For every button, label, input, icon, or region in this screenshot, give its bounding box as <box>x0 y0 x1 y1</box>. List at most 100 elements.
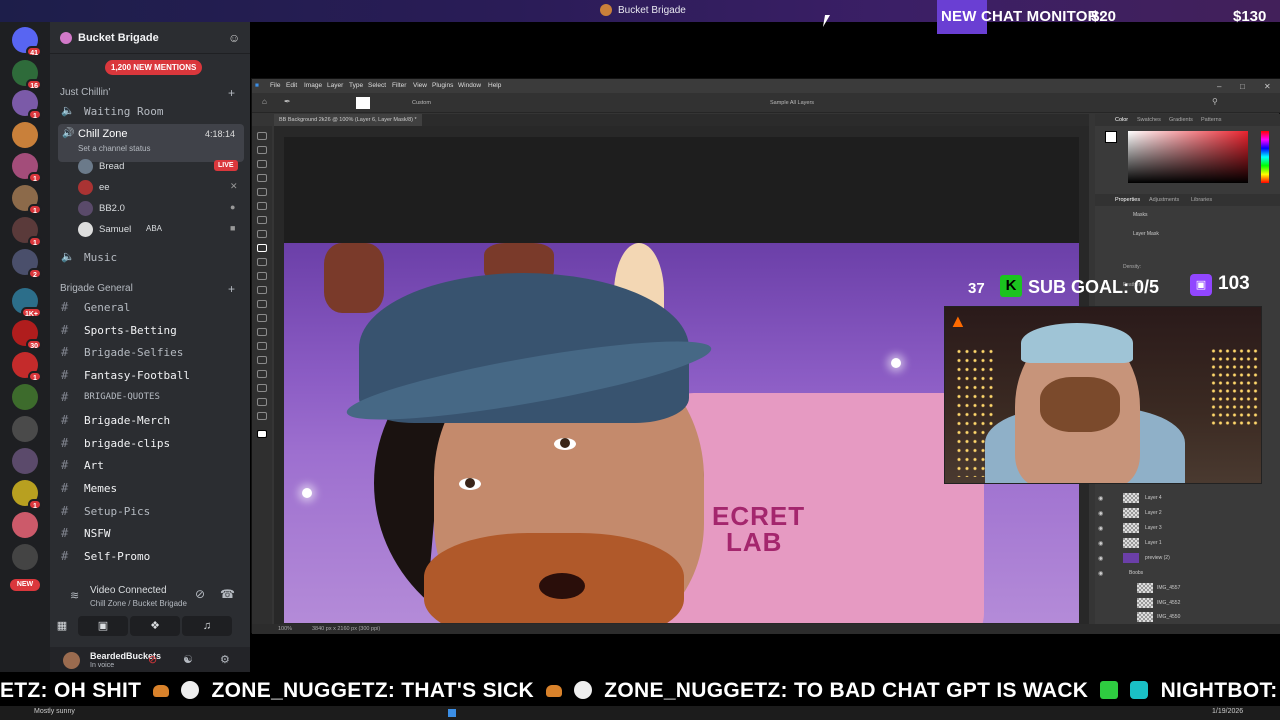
healing-tool-icon[interactable] <box>257 230 267 238</box>
layer-row[interactable]: IMG_4552 <box>1095 596 1280 610</box>
server-icon[interactable] <box>12 416 38 442</box>
menu-file[interactable]: File <box>270 82 280 89</box>
dodge-tool-icon[interactable] <box>257 328 267 336</box>
server-icon[interactable]: 2 <box>12 249 42 279</box>
voice-channel-waiting-room[interactable]: 🔈 Waiting Room <box>58 101 244 121</box>
server-icon[interactable]: 1 <box>12 217 42 247</box>
headphones-icon[interactable]: ☯ <box>183 653 193 666</box>
tab-properties[interactable]: Properties <box>1115 197 1140 203</box>
server-icon[interactable] <box>12 512 38 538</box>
text-channel[interactable]: # Memes <box>58 478 244 498</box>
stamp-tool-icon[interactable] <box>257 258 267 266</box>
layer-row[interactable]: IMG_4557 <box>1095 581 1280 595</box>
tab-color[interactable]: Color <box>1115 117 1128 123</box>
layer-row[interactable]: IMG_4550 <box>1095 610 1280 624</box>
hand-tool-icon[interactable] <box>257 398 267 406</box>
menu-view[interactable]: View <box>413 82 427 89</box>
openai-server-icon[interactable] <box>12 544 38 570</box>
minimize-icon[interactable]: – <box>1217 82 1221 91</box>
text-channel[interactable]: # Art <box>58 455 244 475</box>
brush-tool-icon[interactable]: ✒ <box>284 97 291 106</box>
server-icon-bucket-brigade[interactable] <box>12 122 38 148</box>
eyedropper-tool-icon[interactable] <box>257 216 267 224</box>
voice-member[interactable]: Samuel ABA ■ <box>78 220 243 240</box>
channel-status[interactable]: Set a channel status <box>78 144 151 153</box>
layer-row[interactable]: ◉ Layer 4 <box>1095 491 1280 505</box>
server-icon[interactable]: 16 <box>12 60 42 90</box>
add-channel-icon[interactable]: + <box>228 86 235 100</box>
select-tool-icon[interactable] <box>257 174 267 182</box>
text-channel[interactable]: # Fantasy-Football <box>58 365 244 385</box>
frame-tool-icon[interactable] <box>257 202 267 210</box>
document-tab[interactable]: BB Background 2k26 @ 100% (Layer 6, Laye… <box>274 114 422 126</box>
brush-tool-icon[interactable] <box>257 244 267 252</box>
voice-member[interactable]: ee ✕ <box>78 178 243 198</box>
add-channel-icon[interactable]: + <box>228 282 235 296</box>
type-tool-icon[interactable] <box>257 356 267 364</box>
layer-row[interactable]: ◉ Layer 1 <box>1095 536 1280 550</box>
tab-libraries[interactable]: Libraries <box>1191 197 1212 203</box>
layer-row[interactable]: ◉ preview (2) <box>1095 551 1280 565</box>
visibility-icon[interactable]: ◉ <box>1098 495 1103 502</box>
marquee-tool-icon[interactable] <box>257 146 267 154</box>
color-swatch[interactable] <box>356 97 370 109</box>
server-icon[interactable]: 1 <box>12 352 42 382</box>
menu-help[interactable]: Help <box>488 82 501 89</box>
noise-suppression-icon[interactable]: ⊘ <box>195 587 205 601</box>
text-channel[interactable]: # BRIGADE-QUOTES <box>58 387 244 407</box>
server-icon[interactable]: 1 <box>12 480 42 510</box>
text-channel[interactable]: # General <box>58 297 244 317</box>
menu-plugins[interactable]: Plugins <box>432 82 453 89</box>
server-icon[interactable]: 1 <box>12 185 42 215</box>
invite-icon[interactable]: ☺ <box>228 31 240 45</box>
text-channel[interactable]: # Brigade-Selfies <box>58 342 244 362</box>
search-icon[interactable]: ⚲ <box>1212 97 1218 106</box>
server-icon[interactable] <box>12 448 38 474</box>
blur-tool-icon[interactable] <box>257 314 267 322</box>
text-channel[interactable]: # NSFW <box>58 523 244 543</box>
text-channel[interactable]: # Sports-Betting <box>58 320 244 340</box>
tab-adjustments[interactable]: Adjustments <box>1149 197 1179 203</box>
pen-tool-icon[interactable] <box>257 342 267 350</box>
text-channel[interactable]: # brigade-clips <box>58 433 244 453</box>
zoom-tool-icon[interactable] <box>257 412 267 420</box>
mentions-pill[interactable]: 1,200 NEW MENTIONS <box>105 60 203 75</box>
visibility-icon[interactable]: ◉ <box>1098 525 1103 532</box>
discord-home-icon[interactable]: 41 <box>12 27 42 57</box>
tab-swatches[interactable]: Swatches <box>1137 117 1161 123</box>
preset-select[interactable]: Custom <box>412 100 431 106</box>
server-header[interactable]: Bucket Brigade ☺ <box>50 22 250 54</box>
start-icon[interactable] <box>448 709 456 717</box>
layer-row[interactable]: ◉ Layer 2 <box>1095 506 1280 520</box>
foreground-color[interactable] <box>257 430 267 438</box>
category-brigade-general[interactable]: Brigade General + <box>60 282 235 296</box>
lasso-tool-icon[interactable] <box>257 160 267 168</box>
menu-window[interactable]: Window <box>458 82 481 89</box>
foreground-swatch[interactable] <box>1105 131 1117 143</box>
visibility-icon[interactable]: ◉ <box>1098 510 1103 517</box>
shape-tool-icon[interactable] <box>257 384 267 392</box>
voice-member[interactable]: Bread LIVE <box>78 157 243 177</box>
eraser-tool-icon[interactable] <box>257 286 267 294</box>
new-pill[interactable]: NEW <box>10 579 40 591</box>
menu-edit[interactable]: Edit <box>286 82 297 89</box>
tab-patterns[interactable]: Patterns <box>1201 117 1221 123</box>
gradient-tool-icon[interactable] <box>257 300 267 308</box>
zoom-level[interactable]: 100% <box>278 626 292 632</box>
menu-select[interactable]: Select <box>368 82 386 89</box>
layer-row[interactable]: ◉ Layer 3 <box>1095 521 1280 535</box>
avatar[interactable] <box>63 652 80 669</box>
category-just-chillin[interactable]: Just Chillin' + <box>60 86 235 100</box>
server-icon[interactable] <box>12 384 38 410</box>
home-icon[interactable]: ⌂ <box>262 97 267 106</box>
text-channel[interactable]: # Brigade-Merch <box>58 410 244 430</box>
screen-share-button[interactable]: ▣ <box>78 616 128 636</box>
server-icon[interactable]: 30 <box>12 320 42 350</box>
text-channel[interactable]: # Self-Promo <box>58 546 244 566</box>
maximize-icon[interactable]: □ <box>1240 82 1245 91</box>
visibility-icon[interactable]: ◉ <box>1098 555 1103 562</box>
history-brush-icon[interactable] <box>257 272 267 280</box>
tab-gradients[interactable]: Gradients <box>1169 117 1193 123</box>
server-icon[interactable]: 1K+ <box>12 288 42 318</box>
menu-image[interactable]: Image <box>304 82 322 89</box>
